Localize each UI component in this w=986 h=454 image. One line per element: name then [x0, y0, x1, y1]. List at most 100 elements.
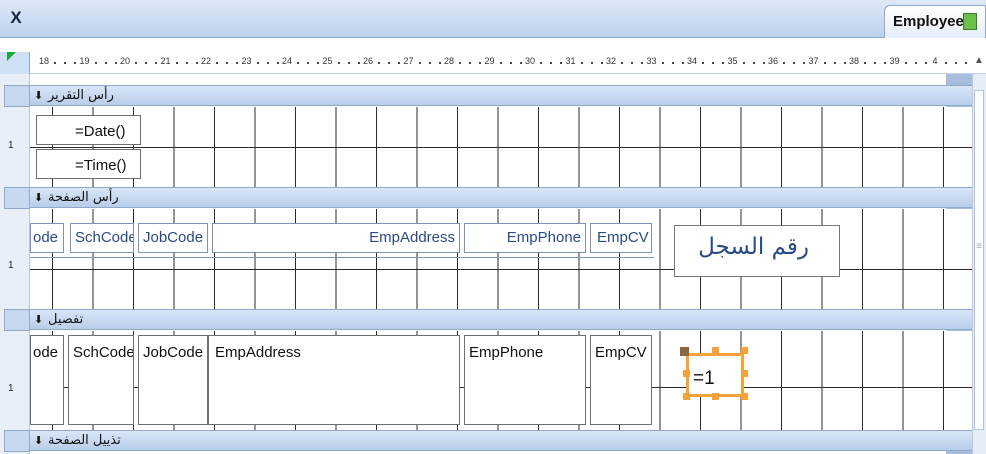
scroll-up-arrow-icon[interactable]: ▲ — [972, 55, 986, 71]
ruler-tick — [945, 62, 948, 64]
date-textbox[interactable]: =Date() — [36, 115, 141, 145]
ruler-tick — [378, 62, 381, 64]
vertical-ruler — [0, 74, 30, 454]
section-bar-report-header[interactable]: ⬇ رأس التقرير — [30, 85, 972, 106]
ruler-number: 39 — [889, 56, 900, 66]
vertical-ruler-mark: 1 — [8, 140, 14, 151]
resize-handle[interactable] — [741, 393, 748, 400]
ruler-tick — [195, 62, 198, 64]
resize-handle[interactable] — [712, 393, 719, 400]
section-arrow-icon: ⬇ — [34, 192, 44, 204]
ruler-tick — [924, 62, 927, 64]
report-selector[interactable] — [0, 52, 30, 74]
section-arrow-icon: ⬇ — [34, 90, 44, 102]
ruler-tick — [560, 62, 563, 64]
ruler-tick — [185, 62, 188, 64]
ruler-tick — [479, 62, 482, 64]
ruler-tick — [742, 62, 745, 64]
resize-handle[interactable] — [712, 347, 719, 354]
ruler-tick — [145, 62, 148, 64]
ruler-number: 28 — [443, 56, 455, 66]
textbox-emp-address[interactable]: EmpAddress — [208, 335, 460, 425]
textbox-emp-cv[interactable]: EmpCV — [590, 335, 652, 425]
detail-area: ode SchCode JobCode EmpAddress EmpPhone … — [30, 331, 972, 430]
textbox-emp-code[interactable]: ode — [30, 335, 64, 425]
tab-employee[interactable]: Employee — [884, 5, 986, 38]
vertical-ruler-mark: 1 — [8, 260, 14, 271]
ruler-tick — [783, 62, 786, 64]
ruler-number: 20 — [119, 56, 131, 66]
ruler-tick — [216, 62, 219, 64]
section-selector-page-header[interactable] — [4, 187, 30, 209]
resize-handle[interactable] — [683, 370, 690, 377]
ruler-tick — [236, 62, 239, 64]
ruler-tick — [256, 62, 259, 64]
label-emp-phone[interactable]: EmpPhone — [464, 223, 586, 253]
header-underline — [30, 257, 654, 258]
section-label: تفصيل — [48, 312, 84, 327]
label-emp-cv[interactable]: EmpCV — [590, 223, 652, 253]
ruler-tick — [671, 62, 674, 64]
textbox-emp-phone[interactable]: EmpPhone — [464, 335, 586, 425]
section-bar-detail[interactable]: ⬇ تفصيل — [30, 309, 972, 330]
time-textbox[interactable]: =Time() — [36, 149, 141, 179]
ruler-tick — [904, 62, 907, 64]
ruler-number: 37 — [808, 56, 819, 66]
ruler-tick — [793, 62, 796, 64]
close-button[interactable]: X — [6, 8, 26, 28]
label-emp-code[interactable]: ode — [30, 223, 64, 253]
ruler-number: 34 — [686, 56, 698, 66]
ruler-tick — [337, 62, 340, 64]
ruler-tick — [722, 62, 725, 64]
resize-handle[interactable] — [741, 370, 748, 377]
ruler-tick — [175, 62, 178, 64]
ruler-tick — [297, 62, 300, 64]
ruler-number: 31 — [565, 56, 576, 66]
label-sch-code[interactable]: SchCode — [70, 223, 134, 253]
ruler-tick — [438, 62, 441, 64]
ruler-number: 33 — [646, 56, 657, 66]
scroll-grip-icon: ≡ — [976, 241, 982, 252]
ruler-number: 29 — [484, 56, 495, 66]
ruler-tick — [135, 62, 138, 64]
ruler-tick — [590, 62, 593, 64]
textbox-job-code[interactable]: JobCode — [138, 335, 208, 425]
section-bar-page-footer[interactable]: ⬇ تذييل الصفحة — [30, 430, 972, 451]
ruler-tick — [317, 62, 320, 64]
section-bar-page-header[interactable]: ⬇ رأس الصفحة — [30, 187, 972, 208]
ruler-tick — [266, 62, 269, 64]
ruler-number: 30 — [524, 56, 536, 66]
ruler-tick — [914, 62, 917, 64]
ruler-tick — [702, 62, 705, 64]
ruler-tick — [965, 62, 968, 64]
ruler-tick — [550, 62, 553, 64]
resize-handle[interactable] — [741, 347, 748, 354]
move-handle[interactable] — [680, 347, 689, 356]
ruler-tick — [509, 62, 512, 64]
section-selector-page-footer[interactable] — [4, 430, 30, 452]
vertical-ruler-mark: 1 — [8, 383, 14, 394]
ruler-tick — [276, 62, 279, 64]
ruler-number: 21 — [160, 56, 171, 66]
ruler-tick — [347, 62, 350, 64]
section-selector-detail[interactable] — [4, 309, 30, 331]
ruler-tick — [631, 62, 634, 64]
ruler-tick — [94, 62, 97, 64]
record-number-label[interactable]: رقم السجل — [674, 225, 840, 277]
ruler-tick — [823, 62, 826, 64]
scrollbar-thumb[interactable] — [974, 90, 984, 430]
label-emp-address[interactable]: EmpAddress — [212, 223, 460, 253]
resize-handle[interactable] — [683, 393, 690, 400]
ruler-number: 18 — [38, 56, 50, 66]
ruler-tick — [884, 62, 887, 64]
section-selector-report-header[interactable] — [4, 85, 30, 107]
textbox-sch-code[interactable]: SchCode — [68, 335, 134, 425]
label-job-code[interactable]: JobCode — [138, 223, 208, 253]
ruler-tick — [681, 62, 684, 64]
ruler-number: 19 — [79, 56, 90, 66]
counter-textbox-selected[interactable]: =1 — [686, 353, 744, 397]
ruler-number: 22 — [200, 56, 212, 66]
grid-line — [30, 147, 972, 148]
ruler-tick — [469, 62, 472, 64]
page-header-area: ode SchCode JobCode EmpAddress EmpPhone … — [30, 209, 972, 309]
